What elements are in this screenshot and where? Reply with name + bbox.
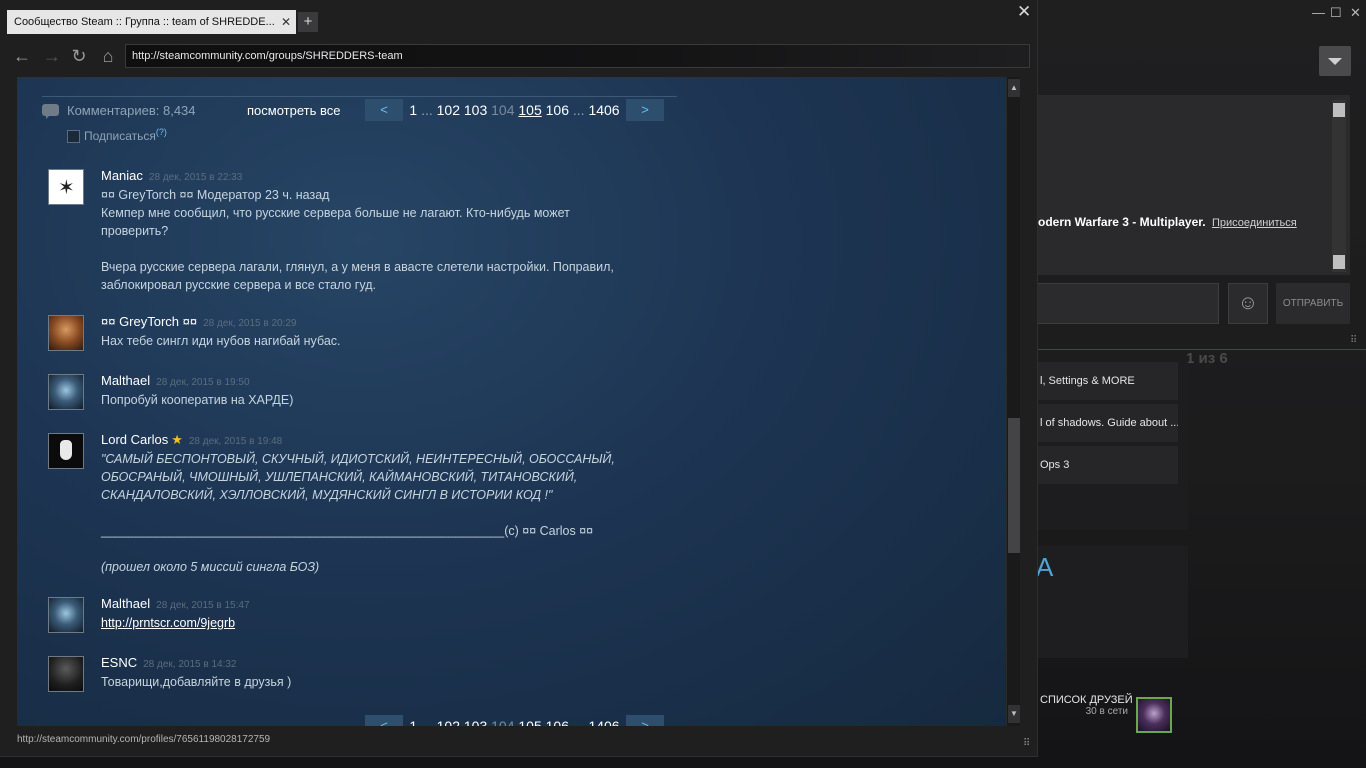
send-button[interactable]: ОТПРАВИТЬ xyxy=(1276,283,1350,324)
resize-grip-icon[interactable]: ⠿ xyxy=(1350,335,1357,346)
guide-item[interactable]: l, Settings & MORE xyxy=(1036,362,1178,400)
tab-close-icon[interactable]: ✕ xyxy=(281,10,296,34)
game-name: odern Warfare 3 - Multiplayer. xyxy=(1038,215,1206,229)
friends-list-button[interactable]: СПИСОК ДРУЗЕЙ 30 в сети xyxy=(1040,694,1133,717)
chat-input[interactable] xyxy=(1036,283,1219,324)
browser-window: Сообщество Steam :: Группа :: team of SH… xyxy=(0,0,1038,757)
page-link[interactable]: 102 xyxy=(437,718,460,726)
address-bar[interactable]: http://steamcommunity.com/groups/SHREDDE… xyxy=(125,44,1030,68)
comment-author[interactable]: Malthael xyxy=(101,596,150,611)
friends-title: СПИСОК ДРУЗЕЙ xyxy=(1040,694,1133,706)
comment-text: Товарищи,добавляйте в друзья ) xyxy=(101,675,292,689)
avatar[interactable] xyxy=(48,597,84,633)
pager-pages: 1 ... 102 103 104 105 106 ... 1406 xyxy=(409,102,620,118)
pager-prev-button[interactable]: < xyxy=(365,715,403,726)
comment-time: 28 дек, 2015 в 19:50 xyxy=(156,377,250,388)
page-link[interactable]: 1 xyxy=(409,102,417,118)
page-link[interactable]: 106 xyxy=(546,102,569,118)
page-link[interactable]: 1406 xyxy=(588,718,619,726)
reload-icon[interactable]: ↻ xyxy=(68,44,90,68)
chat-history-panel xyxy=(1036,95,1350,275)
subscribe-option[interactable]: Подписаться(?) xyxy=(67,127,167,144)
browser-tab[interactable]: Сообщество Steam :: Группа :: team of SH… xyxy=(7,10,296,34)
home-icon[interactable]: ⌂ xyxy=(97,44,119,68)
view-all-link[interactable]: посмотреть все xyxy=(247,103,340,118)
page-link[interactable]: 106 xyxy=(546,718,569,726)
comments-pager-bottom: <1 ... 102 103 104 105 106 ... 1406 > xyxy=(365,715,664,726)
user-avatar[interactable] xyxy=(1136,697,1172,733)
pager-pages: 1 ... 102 103 104 105 106 ... 1406 xyxy=(403,715,626,726)
minimize-button[interactable]: — xyxy=(1312,5,1325,20)
guide-item[interactable]: Ops 3 xyxy=(1036,446,1178,484)
comment-link[interactable]: http://prntscr.com/9jegrb xyxy=(101,616,235,630)
avatar[interactable] xyxy=(48,374,84,410)
page-link[interactable]: 1406 xyxy=(588,102,619,118)
subscribe-checkbox[interactable] xyxy=(67,130,80,144)
avatar[interactable] xyxy=(48,433,84,469)
comment-time: 28 дек, 2015 в 15:47 xyxy=(156,600,250,611)
scroll-up-icon[interactable]: ▲ xyxy=(1008,79,1020,97)
page-link[interactable]: 104 xyxy=(491,718,514,726)
comment-author[interactable]: ¤¤ GreyTorch ¤¤ xyxy=(101,314,197,329)
client-close-button[interactable]: ✕ xyxy=(1350,5,1361,21)
friend-game-status: odern Warfare 3 - Multiplayer. Присоедин… xyxy=(1038,215,1297,229)
comment-note: (прошел около 5 миссий сингла БОЗ) xyxy=(101,560,320,574)
comments-pager-top: <1 ... 102 103 104 105 106 ... 1406 > xyxy=(365,99,664,121)
comment-text: Нах тебе сингл иди нубов нагибай нубас. xyxy=(101,334,341,348)
comment-author[interactable]: Maniac xyxy=(101,168,143,183)
join-game-link[interactable]: Присоединиться xyxy=(1212,217,1297,229)
page-scrollbar[interactable]: ▲ ▼ xyxy=(1006,77,1020,726)
guide-item[interactable]: l of shadows. Guide about ... xyxy=(1036,404,1178,442)
chat-scroll-down[interactable] xyxy=(1333,255,1345,269)
comment-quote: "САМЫЙ БЕСПОНТОВЫЙ, СКУЧНЫЙ, ИДИОТСКИЙ, … xyxy=(101,452,615,502)
page-link[interactable]: 104 xyxy=(491,102,514,118)
comment-time: 28 дек, 2015 в 19:48 xyxy=(188,436,283,447)
chat-scroll-up[interactable] xyxy=(1333,103,1345,117)
comment-text: ¤¤ GreyTorch ¤¤ Модератор 23 ч. назад Ке… xyxy=(101,188,614,292)
comment-text: Попробуй кооператив на ХАРДЕ) xyxy=(101,393,294,407)
avatar[interactable] xyxy=(48,169,84,205)
page-link[interactable]: 103 xyxy=(464,102,487,118)
new-tab-button[interactable]: + xyxy=(298,12,318,32)
maximize-button[interactable]: ☐ xyxy=(1330,5,1342,21)
forward-icon[interactable]: → xyxy=(41,44,63,68)
comment-time: 28 дек, 2015 в 20:29 xyxy=(203,318,297,329)
status-bar-url: http://steamcommunity.com/profiles/76561… xyxy=(17,734,271,745)
page-link[interactable]: 103 xyxy=(464,718,487,726)
pager-next-button[interactable]: > xyxy=(626,99,664,121)
pager-prev-button[interactable]: < xyxy=(365,99,403,121)
comment-signature: ________________________________________… xyxy=(101,524,594,538)
friends-online-count: 30 в сети xyxy=(1085,706,1128,717)
banner-text: A xyxy=(1036,552,1054,582)
divider xyxy=(42,96,677,97)
page-viewport: Комментариев: 8,434 посмотреть все <1 ..… xyxy=(17,77,1006,726)
banner-image: A xyxy=(1036,546,1188,658)
current-page: 105 xyxy=(518,718,542,726)
dropdown-menu-button[interactable] xyxy=(1319,46,1351,76)
comment-time: 28 дек, 2015 в 14:32 xyxy=(143,659,237,670)
back-icon[interactable]: ← xyxy=(11,44,33,68)
star-icon: ★ xyxy=(171,432,183,447)
window-close-button[interactable]: ✕ xyxy=(1017,2,1031,22)
avatar[interactable] xyxy=(48,656,84,692)
comment-time: 28 дек, 2015 в 22:33 xyxy=(148,172,243,183)
comments-count: Комментариев: 8,434 xyxy=(67,103,196,118)
page-link[interactable]: 1 xyxy=(409,718,417,726)
avatar[interactable] xyxy=(48,315,84,351)
subscribe-label: Подписаться xyxy=(84,129,156,143)
resize-grip-icon[interactable]: ⠿ xyxy=(1023,738,1030,749)
emoji-button[interactable]: ☺ xyxy=(1228,283,1268,324)
comment-author[interactable]: ESNC xyxy=(101,655,137,670)
comment-author[interactable]: Malthael xyxy=(101,373,150,388)
chat-scrollbar[interactable] xyxy=(1332,100,1346,272)
scroll-down-icon[interactable]: ▼ xyxy=(1008,705,1020,723)
current-page: 105 xyxy=(518,102,542,118)
scroll-thumb[interactable] xyxy=(1008,418,1020,553)
page-link[interactable]: 102 xyxy=(437,102,460,118)
comment-icon xyxy=(42,104,59,119)
guides-pager: 1 из 6 xyxy=(1186,350,1228,367)
pager-next-button[interactable]: > xyxy=(626,715,664,726)
help-icon[interactable]: (?) xyxy=(156,127,167,137)
comment-author[interactable]: Lord Carlos xyxy=(101,432,168,447)
